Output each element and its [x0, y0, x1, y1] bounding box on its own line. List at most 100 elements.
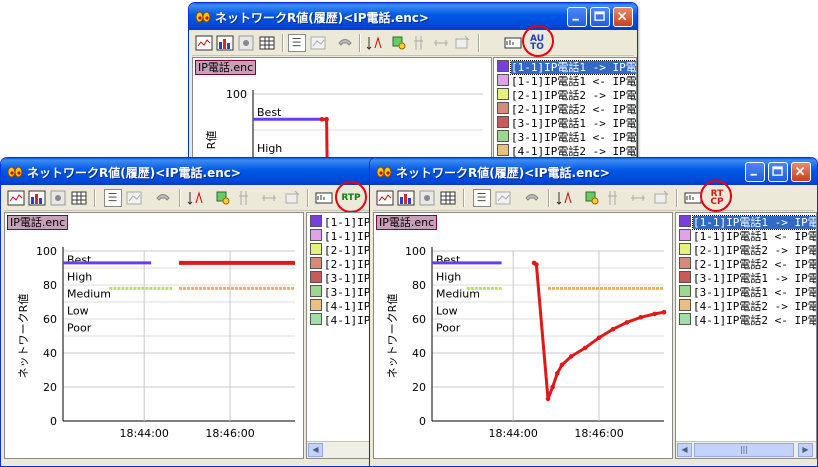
title-bar[interactable]: ネットワークR値(履歴)<IP電話.enc> [1, 158, 379, 185]
legend-item[interactable]: [2-1]IP [310, 243, 370, 257]
legend-item[interactable]: [3-1]IP [310, 271, 370, 285]
legend-item[interactable]: [4-1]IP電話2 -> IP電話 [497, 144, 636, 158]
scale-icon[interactable] [504, 34, 522, 52]
grid-icon[interactable] [411, 34, 429, 52]
bar-chart-icon[interactable] [28, 189, 46, 207]
legend-item[interactable]: [4-1]IP電話2 -> IP電話 [679, 299, 816, 313]
bar-chart-icon[interactable] [216, 34, 234, 52]
table-icon[interactable] [70, 189, 88, 207]
chart-pane: IP電話.enc 80100BestHighMediumLowR値 [192, 57, 492, 171]
sort-icon[interactable] [365, 34, 383, 52]
legend-label: [3-1]IP電話1 <- IP電話 [511, 131, 637, 144]
legend-swatch [310, 215, 322, 227]
maximize-button[interactable] [768, 162, 788, 182]
phone-icon[interactable] [154, 189, 172, 207]
legend-label: [3-1]IP [324, 286, 371, 299]
legend-item[interactable]: [4-1]IP [310, 313, 370, 327]
legend-item[interactable]: [4-1]IP [310, 299, 370, 313]
legend-label: [1-1]IP電話1 -> IP電話 [510, 60, 636, 75]
list-view-icon[interactable] [104, 189, 122, 207]
legend-item[interactable]: [1-1]IP電話1 <- IP電話 [679, 229, 816, 243]
toolbar-separator [179, 189, 181, 207]
legend-item[interactable]: [1-1]IP電話1 -> IP電話 [497, 60, 636, 75]
title-bar[interactable]: ネットワークR値(履歴)<IP電話.enc> [370, 158, 817, 185]
legend-item[interactable]: [3-1]IP電話1 -> IP電話 [497, 116, 636, 130]
arrows-icon[interactable] [432, 34, 450, 52]
legend-item[interactable]: [3-1]IP電話1 -> IP電話 [679, 271, 816, 285]
graph-view-icon[interactable] [494, 189, 512, 207]
maximize-button[interactable] [590, 7, 610, 27]
legend-item[interactable]: [2-1]IP電話2 <- IP電話 [679, 257, 816, 271]
legend-swatch [679, 257, 691, 269]
title-bar[interactable]: ネットワークR値(履歴)<IP電話.enc> [189, 3, 637, 30]
dot-icon[interactable] [418, 189, 436, 207]
grid-icon[interactable] [605, 189, 623, 207]
list-view-icon[interactable] [288, 34, 306, 52]
scroll-thumb[interactable]: ||| [694, 443, 794, 457]
filter-icon[interactable] [214, 189, 232, 207]
line-chart-icon[interactable] [7, 189, 25, 207]
scroll-left-button[interactable]: ◀ [308, 443, 323, 457]
horizontal-scrollbar[interactable]: ◀ [307, 441, 377, 458]
line-chart-icon[interactable] [195, 34, 213, 52]
config-icon[interactable] [283, 189, 301, 207]
minimize-button[interactable] [745, 162, 765, 182]
dot-icon[interactable] [49, 189, 67, 207]
legend-item[interactable]: [3-1]IP電話1 <- IP電話 [497, 130, 637, 144]
legend-item[interactable]: [1-1]IP [310, 229, 370, 243]
band-label: High [67, 271, 92, 284]
list-view-icon[interactable] [473, 189, 491, 207]
line-chart-icon[interactable] [376, 189, 394, 207]
phone-icon[interactable] [336, 34, 354, 52]
legend-swatch [679, 285, 691, 297]
graph-view-icon[interactable] [125, 189, 143, 207]
window-rtp[interactable]: ネットワークR値(履歴)<IP電話.enc> RTP IP電話.enc 0 20 4… [0, 157, 380, 467]
table-icon[interactable] [439, 189, 457, 207]
data-point [550, 384, 555, 390]
scale-icon[interactable] [315, 189, 333, 207]
sort-icon[interactable] [186, 189, 204, 207]
y-tick-label: 80 [43, 279, 57, 292]
highlight-circle [335, 181, 367, 213]
legend-item[interactable]: [2-1]IP [310, 257, 370, 271]
minimize-button[interactable] [567, 7, 587, 27]
legend-item[interactable]: [2-1]IP電話2 <- IP電話 [497, 102, 637, 116]
legend-item[interactable]: [3-1]IP [310, 285, 370, 299]
sort-icon[interactable] [555, 189, 573, 207]
highlight-circle [522, 25, 554, 57]
chart-pane: IP電話.enc 0 20 40 60 80 100 Best High Medium Low Po… [4, 212, 304, 459]
horizontal-scrollbar[interactable]: ◀ ||| ▶ [676, 441, 816, 458]
config-icon[interactable] [652, 189, 670, 207]
legend-label: [2-1]IP電話2 <- IP電話 [511, 103, 637, 116]
close-button[interactable] [613, 7, 633, 27]
legend-item[interactable]: [1-1]IP電話1 -> IP電話 [679, 215, 816, 230]
config-icon[interactable] [453, 34, 471, 52]
close-button[interactable] [791, 162, 811, 182]
window-top[interactable]: ネットワークR値(履歴)<IP電話.enc> AUTO IP電話.enc 801… [188, 2, 638, 172]
table-icon[interactable] [258, 34, 276, 52]
phone-icon[interactable] [523, 189, 541, 207]
legend-item[interactable]: [4-1]IP電話2 <- IP電話 [679, 313, 816, 327]
arrows-icon[interactable] [629, 189, 647, 207]
legend-item[interactable]: [2-1]IP電話2 -> IP電話 [497, 88, 636, 102]
legend-item[interactable]: [3-1]IP電話1 <- IP電話 [679, 285, 816, 299]
legend-item[interactable]: [2-1]IP電話2 -> IP電話 [679, 243, 816, 257]
filter-icon[interactable] [583, 189, 601, 207]
toolbar: RTP [4, 181, 376, 213]
grid-icon[interactable] [236, 189, 254, 207]
y-tick-label: 40 [43, 347, 57, 360]
scroll-left-button[interactable]: ◀ [677, 443, 692, 457]
legend-swatch [310, 299, 322, 311]
legend-item[interactable]: [1-1]IP [310, 215, 370, 229]
scroll-right-button[interactable]: ▶ [798, 443, 813, 457]
graph-view-icon[interactable] [309, 34, 327, 52]
window-rtcp[interactable]: ネットワークR値(履歴)<IP電話.enc> RT CP IP電話.enc 0 20… [369, 157, 818, 467]
arrows-icon[interactable] [260, 189, 278, 207]
filter-icon[interactable] [390, 34, 408, 52]
legend-label: [4-1]IP [324, 314, 371, 327]
bar-chart-icon[interactable] [397, 189, 415, 207]
toolbar-separator [478, 34, 480, 52]
dot-icon[interactable] [237, 34, 255, 52]
legend-item[interactable]: [1-1]IP電話1 <- IP電話 [497, 74, 636, 88]
band-label: Poor [67, 322, 92, 335]
